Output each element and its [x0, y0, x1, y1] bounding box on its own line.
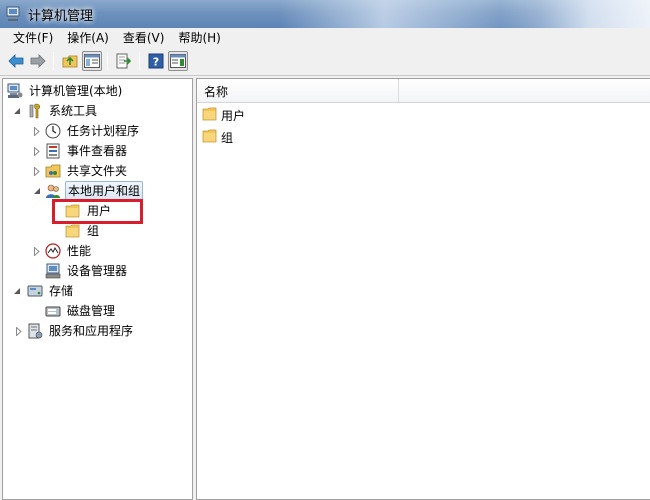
tree-item-label: 任务计划程序 [67, 124, 140, 138]
toolbar-separator [53, 52, 54, 70]
menu-help[interactable]: 帮助(H) [171, 28, 227, 48]
device-manager-icon [45, 263, 61, 279]
show-hide-action-pane-button[interactable] [168, 51, 188, 71]
back-arrow-icon [8, 54, 24, 68]
collapse-arrow-icon[interactable] [13, 106, 21, 116]
services-icon [27, 323, 43, 339]
tree-item-performance[interactable]: 性能 [45, 241, 93, 261]
storage-icon [27, 283, 43, 299]
expand-arrow-icon[interactable] [33, 166, 41, 176]
expand-arrow-icon[interactable] [33, 126, 41, 136]
collapse-arrow-icon[interactable] [33, 186, 41, 196]
computer-management-icon [6, 6, 20, 21]
column-header-label: 名称 [204, 85, 229, 99]
clock-icon [45, 123, 61, 139]
expand-arrow-icon[interactable] [33, 246, 41, 256]
tree-item-label: 共享文件夹 [67, 164, 128, 178]
folder-icon [202, 129, 218, 145]
folder-icon [65, 223, 81, 239]
column-header-name[interactable]: 名称 [197, 79, 399, 102]
tree-item-label: 组 [87, 224, 100, 238]
tree-item-disk-management[interactable]: 磁盘管理 [45, 301, 117, 321]
expand-arrow-icon[interactable] [15, 326, 23, 336]
help-button[interactable]: ? [146, 51, 166, 71]
back-button[interactable] [6, 51, 26, 71]
toolbar-separator [139, 52, 140, 70]
users-icon [45, 183, 61, 199]
forward-button[interactable] [28, 51, 48, 71]
tree-item-event-viewer[interactable]: 事件查看器 [45, 141, 129, 161]
computer-management-icon [7, 83, 23, 99]
expand-arrow-icon[interactable] [33, 146, 41, 156]
performance-icon [45, 243, 61, 259]
tree-item-label: 事件查看器 [67, 144, 128, 158]
toolbar-separator [107, 52, 108, 70]
tree-item-groups[interactable]: 组 [65, 221, 101, 241]
tree-item-services-apps[interactable]: 服务和应用程序 [27, 321, 135, 341]
list-item-label: 用户 [221, 108, 246, 123]
svg-text:?: ? [153, 56, 159, 69]
tree-item-root[interactable]: 计算机管理(本地) [7, 81, 124, 101]
list-item[interactable]: 组 [202, 127, 233, 147]
list-item[interactable]: 用户 [202, 105, 245, 125]
console-tree[interactable]: 计算机管理(本地) 系统工具 任务计划程序 事件查看器 共享文件夹 本地用户和组… [2, 78, 193, 500]
up-level-button[interactable] [60, 51, 80, 71]
shared-folder-icon [45, 163, 61, 179]
disk-icon [45, 303, 61, 319]
tree-item-label: 系统工具 [49, 104, 98, 118]
event-viewer-icon [45, 143, 61, 159]
action-pane-icon [170, 54, 186, 68]
window-title: 计算机管理 [28, 9, 94, 24]
menu-bar: 文件(F) 操作(A) 查看(V) 帮助(H) [0, 28, 650, 48]
tree-item-system-tools[interactable]: 系统工具 [27, 101, 99, 121]
tree-item-device-manager[interactable]: 设备管理器 [45, 261, 129, 281]
folder-up-icon [62, 55, 78, 68]
menu-action[interactable]: 操作(A) [60, 28, 116, 48]
export-list-icon [116, 53, 132, 69]
show-hide-console-tree-button[interactable] [82, 51, 102, 71]
title-bar: 计算机管理 [0, 0, 650, 28]
tree-item-local-users-groups[interactable]: 本地用户和组 [45, 181, 144, 201]
tree-item-storage[interactable]: 存储 [27, 281, 75, 301]
tree-item-label: 服务和应用程序 [49, 324, 134, 338]
tree-item-label: 存储 [49, 284, 74, 298]
forward-arrow-icon [30, 54, 46, 68]
toolbar: ? [0, 48, 650, 76]
export-list-button[interactable] [114, 51, 134, 71]
tree-item-task-scheduler[interactable]: 任务计划程序 [45, 121, 141, 141]
list-header: 名称 [197, 79, 650, 103]
tree-item-label: 用户 [87, 204, 112, 218]
menu-file[interactable]: 文件(F) [6, 28, 60, 48]
console-tree-icon [84, 54, 100, 68]
menu-view[interactable]: 查看(V) [116, 28, 172, 48]
results-pane[interactable]: 名称 用户 组 [196, 78, 650, 500]
folder-icon [65, 203, 81, 219]
list-item-label: 组 [221, 130, 234, 145]
tree-item-label: 性能 [67, 244, 92, 258]
tree-item-shared-folders[interactable]: 共享文件夹 [45, 161, 129, 181]
tools-icon [27, 103, 43, 119]
folder-icon [202, 107, 218, 123]
collapse-arrow-icon[interactable] [13, 286, 21, 296]
tree-item-label: 本地用户和组 [65, 181, 144, 201]
tree-item-label: 计算机管理(本地) [29, 84, 123, 98]
tree-item-label: 磁盘管理 [67, 304, 116, 318]
tree-item-users[interactable]: 用户 [65, 201, 113, 221]
tree-item-label: 设备管理器 [67, 264, 128, 278]
help-icon: ? [148, 53, 164, 69]
